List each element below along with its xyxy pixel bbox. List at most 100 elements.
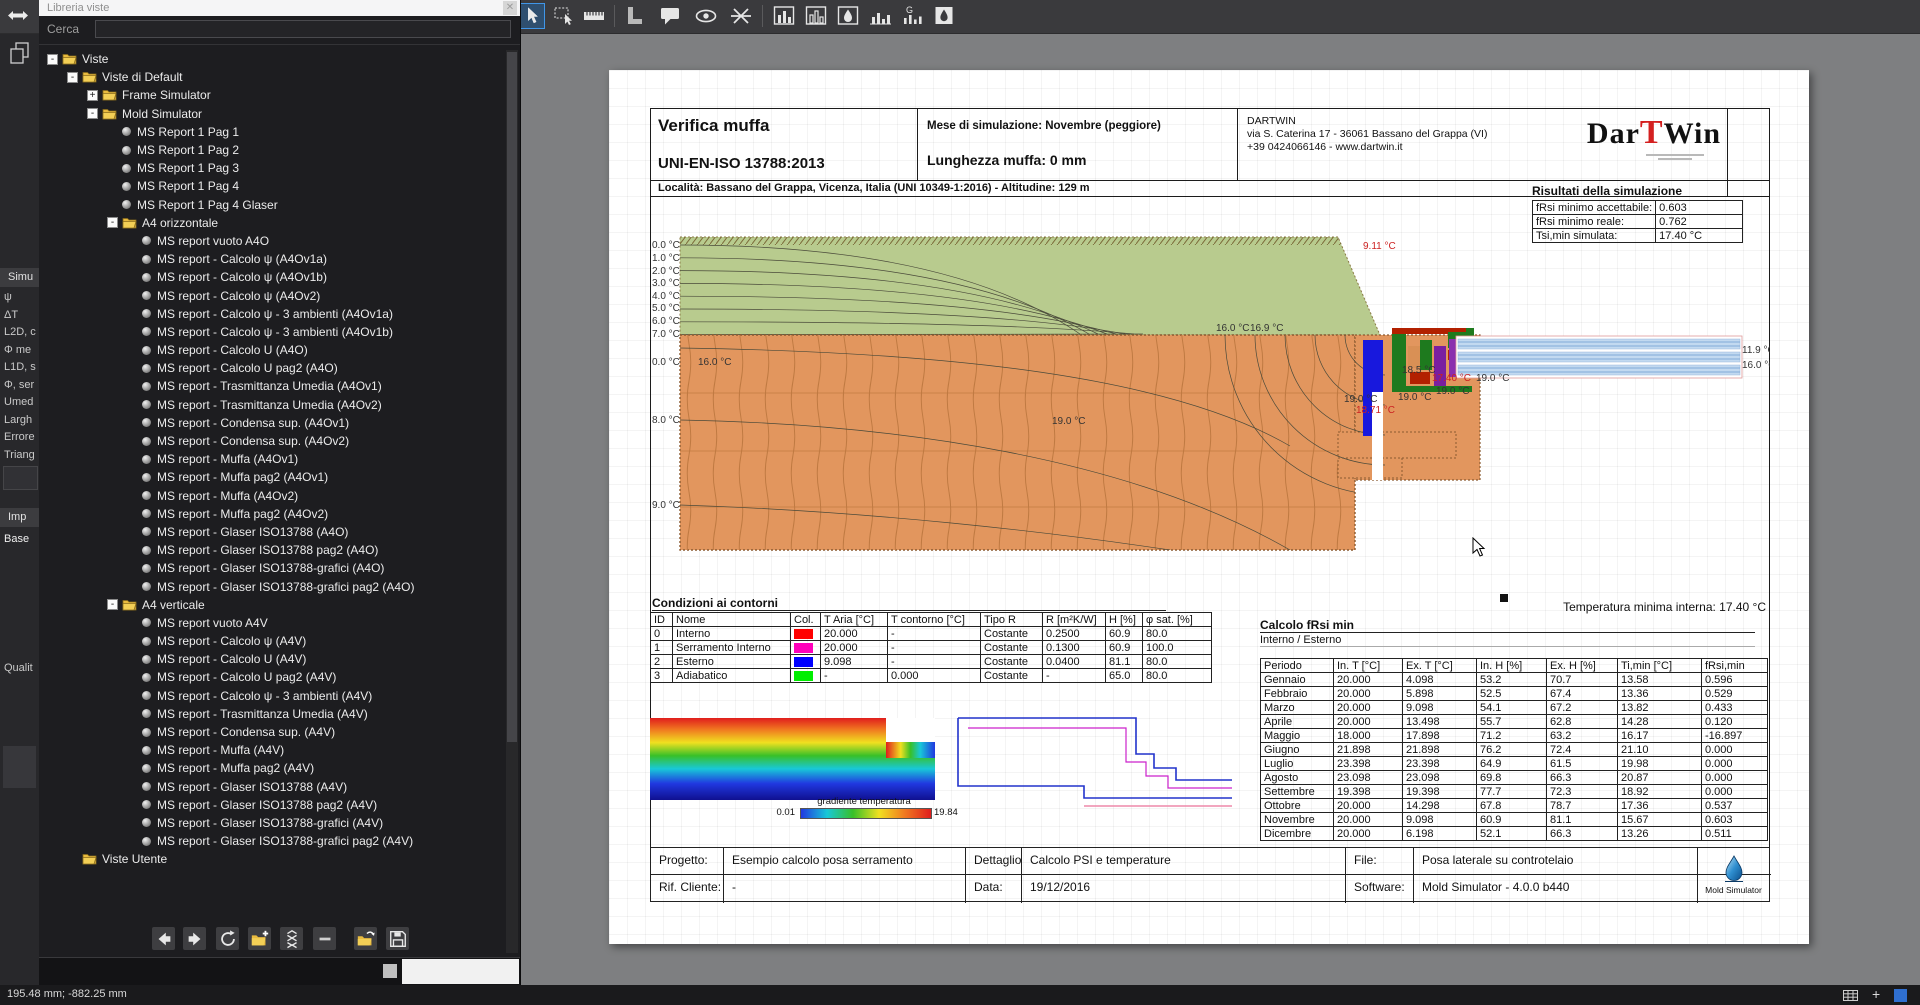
tree-item[interactable]: MS report - Glaser ISO13788 pag2 (A4O) — [39, 541, 505, 559]
tree-item[interactable]: MS report - Muffa pag2 (A4Ov1) — [39, 468, 505, 486]
tree-item[interactable]: MS report - Trasmittanza Umedia (A4V) — [39, 705, 505, 723]
tree-item[interactable]: MS report - Calcolo ψ (A4V) — [39, 632, 505, 650]
tree-item[interactable]: MS report - Calcolo ψ (A4Ov1b) — [39, 268, 505, 286]
comment-bubble-icon[interactable] — [657, 3, 683, 29]
tree-item[interactable]: MS Report 1 Pag 3 — [39, 159, 505, 177]
tree-item[interactable]: MS report - Glaser ISO13788-grafici pag2… — [39, 577, 505, 595]
tree-folder[interactable]: -A4 verticale — [39, 596, 505, 614]
tree-item[interactable]: MS report vuoto A4V — [39, 614, 505, 632]
boundary-cell: 0.1300 — [1043, 641, 1106, 655]
view-library-title-field[interactable]: Libreria viste — [39, 0, 520, 16]
accent-square-icon[interactable] — [1894, 989, 1907, 1002]
tree-item[interactable]: MS report - Condensa sup. (A4Ov2) — [39, 432, 505, 450]
tree-item[interactable]: MS report vuoto A4O — [39, 232, 505, 250]
chart-g-bars-icon[interactable]: G — [899, 3, 925, 29]
tree-item[interactable]: MS report - Muffa pag2 (A4Ov2) — [39, 505, 505, 523]
grid-icon[interactable] — [1843, 990, 1858, 1001]
boundary-cell: Costante — [981, 655, 1043, 669]
tree-item[interactable]: MS Report 1 Pag 1 — [39, 123, 505, 141]
collapse-icon[interactable]: - — [107, 599, 118, 610]
clear-x-icon[interactable]: ✕ — [503, 1, 517, 15]
tree-item[interactable]: MS report - Calcolo U pag2 (A4O) — [39, 359, 505, 377]
remove-minus-button[interactable] — [313, 927, 336, 950]
tree-item[interactable]: MS report - Muffa (A4Ov1) — [39, 450, 505, 468]
chart-bars-icon[interactable] — [867, 3, 893, 29]
tree-item[interactable]: MS Report 1 Pag 4 — [39, 177, 505, 195]
tree-item-label: MS report - Condensa sup. (A4Ov1) — [157, 416, 349, 430]
tree-item[interactable]: MS report - Calcolo ψ (A4Ov1a) — [39, 250, 505, 268]
scrollbar-thumb[interactable] — [402, 959, 519, 984]
copy-page-icon[interactable] — [8, 41, 32, 72]
droplet-solid-icon[interactable] — [931, 3, 957, 29]
scrollbar-button[interactable] — [383, 964, 397, 978]
tree-item[interactable]: MS report - Condensa sup. (A4V) — [39, 723, 505, 741]
strip-item-base[interactable]: Base — [4, 533, 29, 545]
tree-folder[interactable]: -Viste — [39, 50, 505, 68]
strip-item-quality[interactable]: Qualit — [4, 662, 33, 674]
tree-vertical-scrollbar[interactable] — [506, 50, 518, 953]
tree-item[interactable]: MS report - Condensa sup. (A4Ov1) — [39, 414, 505, 432]
tree-item[interactable]: MS report - Calcolo ψ (A4Ov2) — [39, 286, 505, 304]
scrollbar-thumb[interactable] — [507, 52, 517, 742]
frsi-cell: Maggio — [1261, 729, 1334, 743]
tree-item[interactable]: MS report - Calcolo ψ - 3 ambienti (A4Ov… — [39, 323, 505, 341]
pan-arrows-icon[interactable] — [5, 3, 31, 29]
select-cursor-icon[interactable] — [519, 3, 545, 29]
tree-item[interactable]: MS report - Trasmittanza Umedia (A4Ov1) — [39, 377, 505, 395]
forward-arrow-button[interactable] — [183, 927, 206, 950]
collapse-icon[interactable]: - — [107, 217, 118, 228]
tree-item[interactable]: MS report - Trasmittanza Umedia (A4Ov2) — [39, 396, 505, 414]
chart-droplet-icon[interactable] — [835, 3, 861, 29]
collapse-icon[interactable]: - — [67, 72, 78, 83]
tree-item[interactable]: MS report - Muffa (A4Ov2) — [39, 487, 505, 505]
tree-folder[interactable]: -Mold Simulator — [39, 105, 505, 123]
tree-item[interactable]: MS report - Glaser ISO13788-grafici pag2… — [39, 832, 505, 850]
tree-item[interactable]: MS report - Calcolo U pag2 (A4V) — [39, 668, 505, 686]
boundary-cell: 0.2500 — [1043, 627, 1106, 641]
chart-frame-outline-icon[interactable] — [803, 3, 829, 29]
back-arrow-button[interactable] — [152, 927, 175, 950]
tree-item[interactable]: MS report - Calcolo ψ - 3 ambienti (A4Ov… — [39, 305, 505, 323]
refresh-button[interactable] — [216, 927, 239, 950]
plus-icon[interactable]: + — [1872, 986, 1880, 1002]
area-select-icon[interactable] — [551, 3, 577, 29]
frsi-cell: 5.898 — [1403, 687, 1477, 701]
tree-item[interactable]: MS Report 1 Pag 4 Glaser — [39, 196, 505, 214]
delete-cross-icon[interactable] — [728, 3, 754, 29]
ruler-icon[interactable] — [581, 3, 607, 29]
frsi-cell: 69.8 — [1477, 771, 1547, 785]
l-profile-icon[interactable] — [621, 3, 647, 29]
tree-item[interactable]: MS Report 1 Pag 2 — [39, 141, 505, 159]
tree-item[interactable]: MS report - Glaser ISO13788 (A4O) — [39, 523, 505, 541]
save-floppy-button[interactable] — [386, 927, 409, 950]
tree-item[interactable]: MS report - Calcolo U (A4O) — [39, 341, 505, 359]
tree-item[interactable]: MS report - Glaser ISO13788 pag2 (A4V) — [39, 796, 505, 814]
tree-item[interactable]: MS report - Calcolo ψ - 3 ambienti (A4V) — [39, 687, 505, 705]
collapse-icon[interactable]: - — [87, 108, 98, 119]
tree-folder[interactable]: -Viste di Default — [39, 68, 505, 86]
collapse-icon[interactable]: - — [47, 54, 58, 65]
eye-icon[interactable] — [693, 3, 719, 29]
reorder-button[interactable] — [280, 927, 303, 950]
tree-folder[interactable]: Viste Utente — [39, 850, 505, 868]
frsi-cell: 20.000 — [1334, 701, 1403, 715]
tree-item[interactable]: MS report - Muffa (A4V) — [39, 741, 505, 759]
tree-item[interactable]: MS report - Glaser ISO13788-grafici (A4O… — [39, 559, 505, 577]
tree-folder[interactable]: -A4 orizzontale — [39, 214, 505, 232]
boundary-header: T contorno [°C] — [888, 613, 981, 627]
strip-field[interactable] — [3, 466, 38, 490]
tree-item[interactable]: MS report - Muffa pag2 (A4V) — [39, 759, 505, 777]
tree-item[interactable]: MS report - Calcolo U (A4V) — [39, 650, 505, 668]
folder-add-button[interactable] — [248, 927, 271, 950]
chart-frame-filled-icon[interactable] — [771, 3, 797, 29]
report-page[interactable]: Verifica muffa UNI-EN-ISO 13788:2013 Mes… — [609, 70, 1809, 944]
frsi-cell: 20.000 — [1334, 687, 1403, 701]
search-input[interactable] — [95, 20, 511, 38]
folder-import-button[interactable] — [354, 927, 377, 950]
tree-item[interactable]: MS report - Glaser ISO13788-grafici (A4V… — [39, 814, 505, 832]
expand-icon[interactable]: + — [87, 90, 98, 101]
tree-item[interactable]: MS report - Glaser ISO13788 (A4V) — [39, 778, 505, 796]
tree-folder[interactable]: +Frame Simulator — [39, 86, 505, 104]
strip-tile[interactable] — [3, 746, 36, 788]
tree-horizontal-scrollbar[interactable] — [39, 958, 520, 985]
